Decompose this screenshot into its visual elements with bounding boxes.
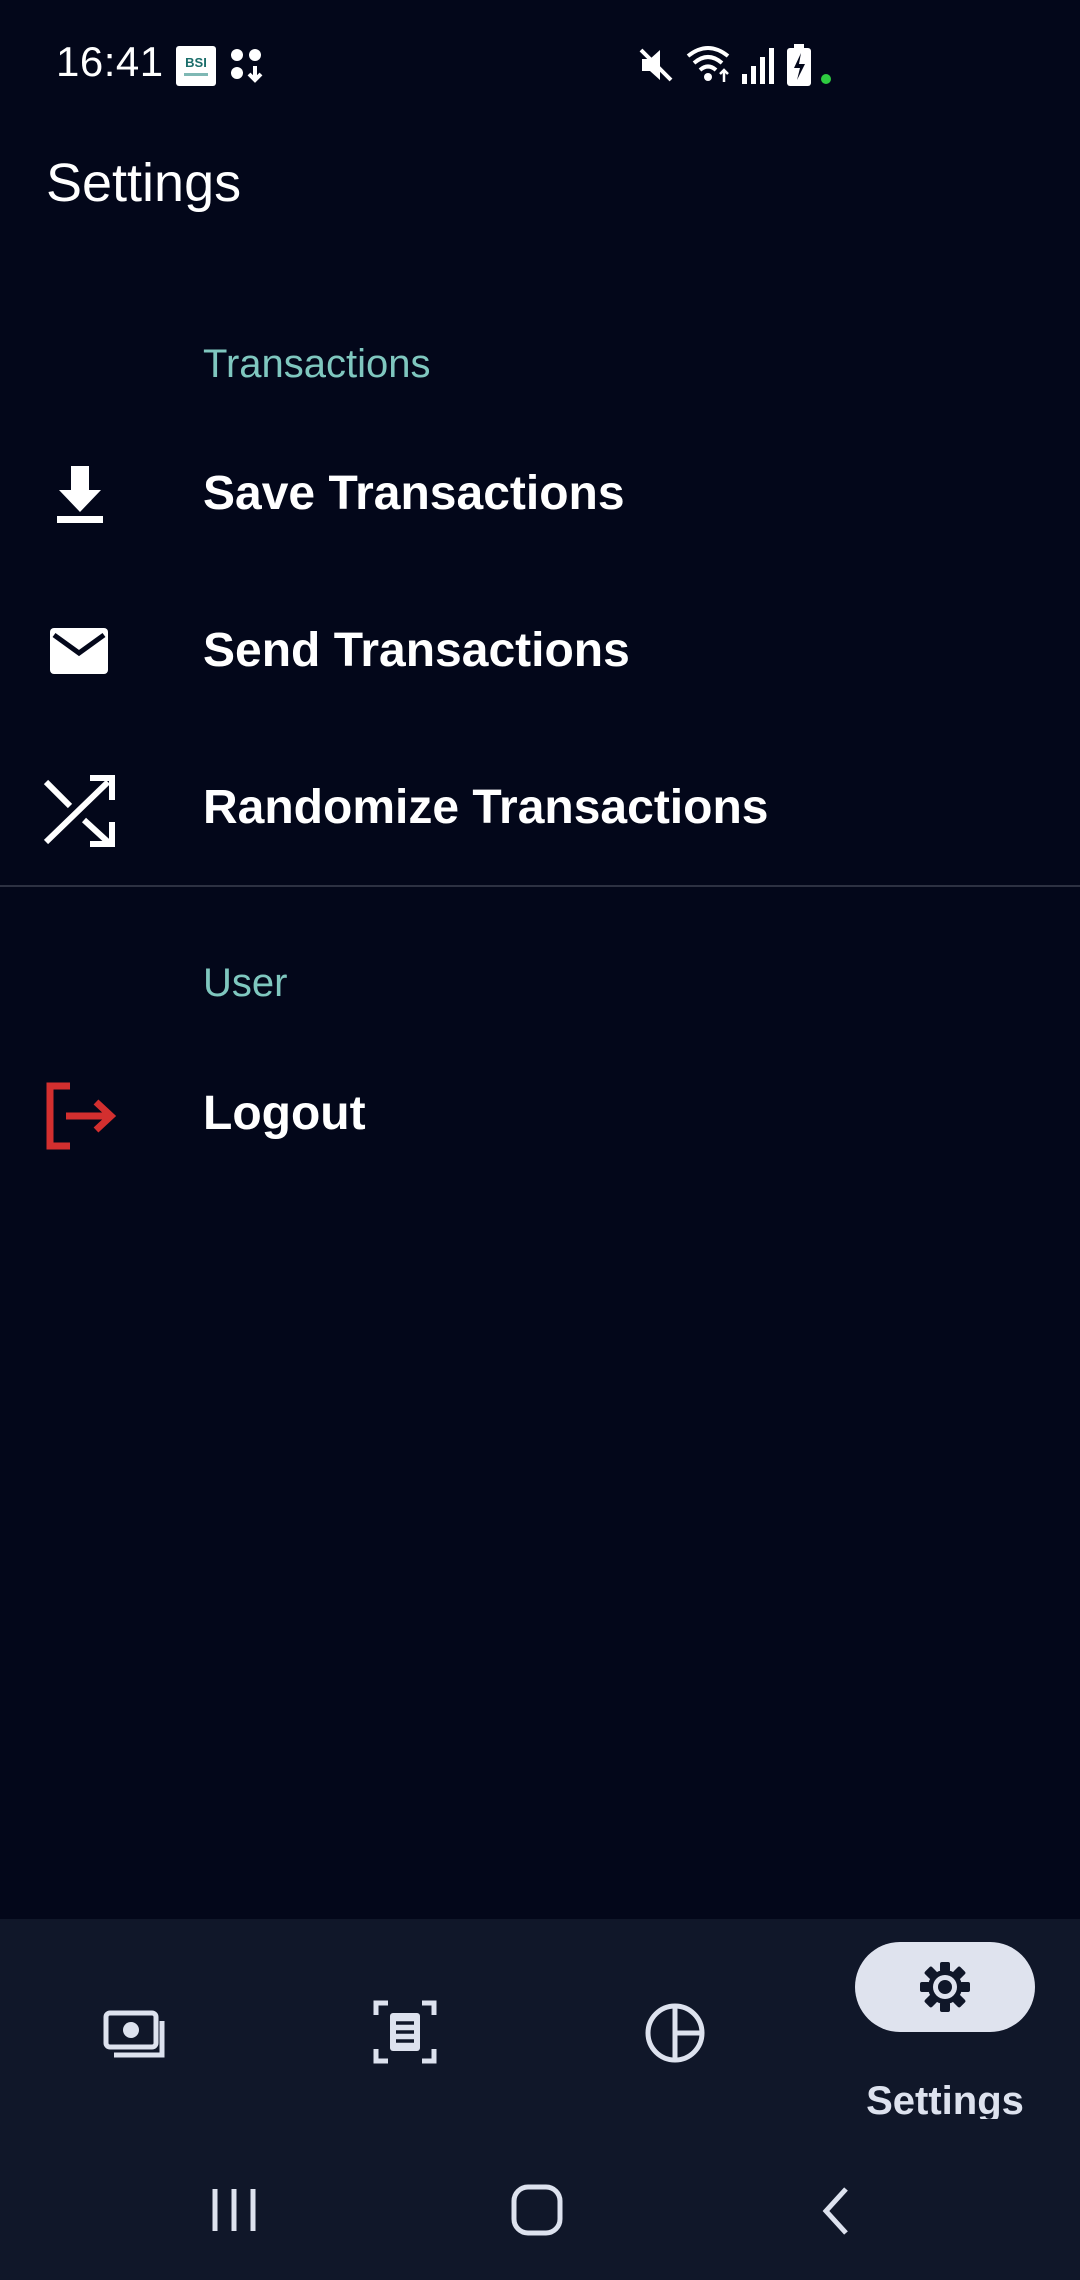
section-divider	[0, 885, 1080, 887]
nav-item-stats[interactable]	[610, 1919, 740, 2119]
system-navigation-bar	[0, 2119, 1080, 2280]
gear-icon	[920, 1962, 970, 2012]
nav-selected-pill[interactable]	[855, 1942, 1035, 2032]
logout-item[interactable]: Logout	[0, 1038, 1080, 1188]
recents-icon[interactable]	[205, 2185, 265, 2235]
save-transactions-item[interactable]: Save Transactions	[0, 418, 1080, 568]
scan-receipt-icon	[373, 2000, 437, 2064]
section-header-transactions: Transactions	[203, 342, 431, 386]
back-icon[interactable]	[818, 2183, 858, 2239]
item-label: Send Transactions	[203, 624, 630, 677]
status-time: 16:41	[56, 38, 164, 85]
nav-label-settings: Settings	[866, 2079, 1024, 2123]
home-icon[interactable]	[510, 2183, 566, 2239]
privacy-indicator-dot	[821, 74, 831, 84]
item-label: Randomize Transactions	[203, 781, 769, 834]
nav-item-scan[interactable]	[340, 1919, 470, 2119]
status-bar: 16:41 BSI	[0, 0, 1080, 130]
bottom-navigation: Settings	[0, 1919, 1080, 2123]
svg-text:BSI: BSI	[185, 55, 207, 70]
randomize-transactions-item[interactable]: Randomize Transactions	[0, 732, 1080, 882]
wifi-icon	[686, 46, 730, 82]
nav-item-money[interactable]	[70, 1919, 200, 2119]
mail-icon	[50, 628, 108, 674]
bsi-app-icon: BSI	[176, 46, 216, 86]
page-title: Settings	[46, 153, 242, 213]
send-transactions-item[interactable]: Send Transactions	[0, 575, 1080, 725]
mute-icon	[639, 48, 673, 82]
download-icon	[57, 466, 103, 523]
battery-charging-icon	[787, 44, 811, 86]
apps-download-icon	[231, 49, 263, 83]
shuffle-icon	[43, 775, 115, 847]
item-label: Logout	[203, 1087, 366, 1140]
logout-icon	[46, 1082, 117, 1150]
signal-icon	[742, 48, 774, 84]
pie-chart-icon	[645, 2003, 705, 2063]
item-label: Save Transactions	[203, 467, 625, 520]
money-icon	[103, 2010, 165, 2058]
section-header-user: User	[203, 961, 288, 1005]
